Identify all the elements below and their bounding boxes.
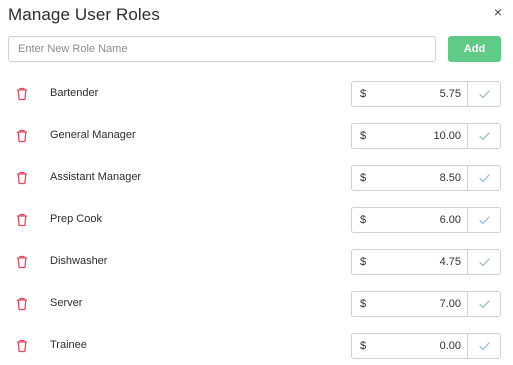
currency-symbol: $ [360,214,367,226]
add-role-button[interactable]: Add [448,36,501,62]
currency-symbol: $ [360,298,367,310]
hourly-rate-field[interactable]: $ 8.50 [351,165,468,191]
hourly-rate-value[interactable]: 10.00 [433,130,461,142]
trash-icon[interactable] [16,339,28,353]
role-name: Trainee [50,339,87,351]
check-icon [479,90,490,99]
trash-icon[interactable] [16,255,28,269]
hourly-rate-field[interactable]: $ 6.00 [351,207,468,233]
check-icon [479,174,490,183]
trash-icon[interactable] [16,87,28,101]
trash-icon[interactable] [16,171,28,185]
confirm-rate-button[interactable] [468,249,501,275]
hourly-rate-value[interactable]: 7.00 [440,298,461,310]
role-row: Server $ 7.00 [0,290,513,332]
confirm-rate-button[interactable] [468,333,501,359]
hourly-rate-field[interactable]: $ 7.00 [351,291,468,317]
role-row: Bartender $ 5.75 [0,80,513,122]
hourly-rate-value[interactable]: 0.00 [440,340,461,352]
hourly-rate-field[interactable]: $ 5.75 [351,81,468,107]
hourly-rate-field[interactable]: $ 10.00 [351,123,468,149]
currency-symbol: $ [360,256,367,268]
role-name: Prep Cook [50,213,102,225]
check-icon [479,132,490,141]
close-icon[interactable]: × [494,4,502,20]
trash-icon[interactable] [16,213,28,227]
confirm-rate-button[interactable] [468,165,501,191]
currency-symbol: $ [360,88,367,100]
check-icon [479,342,490,351]
role-list: Bartender $ 5.75 General Manager $ 10.00 [0,80,513,365]
check-icon [479,258,490,267]
role-row: Dishwasher $ 4.75 [0,248,513,290]
role-row: Trainee $ 0.00 [0,332,513,365]
confirm-rate-button[interactable] [468,207,501,233]
confirm-rate-button[interactable] [468,81,501,107]
role-row: General Manager $ 10.00 [0,122,513,164]
hourly-rate-value[interactable]: 5.75 [440,88,461,100]
role-name: Assistant Manager [50,171,142,183]
hourly-rate-value[interactable]: 8.50 [440,172,461,184]
role-name: General Manager [50,129,136,141]
modal-title: Manage User Roles [8,5,160,24]
role-name: Server [50,297,83,309]
check-icon [479,216,490,225]
manage-user-roles-modal: Manage User Roles × Add Bartender $ 5.75 [0,0,513,365]
trash-icon[interactable] [16,129,28,143]
confirm-rate-button[interactable] [468,123,501,149]
confirm-rate-button[interactable] [468,291,501,317]
role-row: Prep Cook $ 6.00 [0,206,513,248]
check-icon [479,300,490,309]
hourly-rate-field[interactable]: $ 4.75 [351,249,468,275]
hourly-rate-value[interactable]: 6.00 [440,214,461,226]
role-name: Bartender [50,87,99,99]
trash-icon[interactable] [16,297,28,311]
new-role-name-input[interactable] [8,36,436,62]
hourly-rate-field[interactable]: $ 0.00 [351,333,468,359]
currency-symbol: $ [360,172,367,184]
currency-symbol: $ [360,340,367,352]
currency-symbol: $ [360,130,367,142]
role-row: Assistant Manager $ 8.50 [0,164,513,206]
hourly-rate-value[interactable]: 4.75 [440,256,461,268]
role-name: Dishwasher [50,255,108,267]
